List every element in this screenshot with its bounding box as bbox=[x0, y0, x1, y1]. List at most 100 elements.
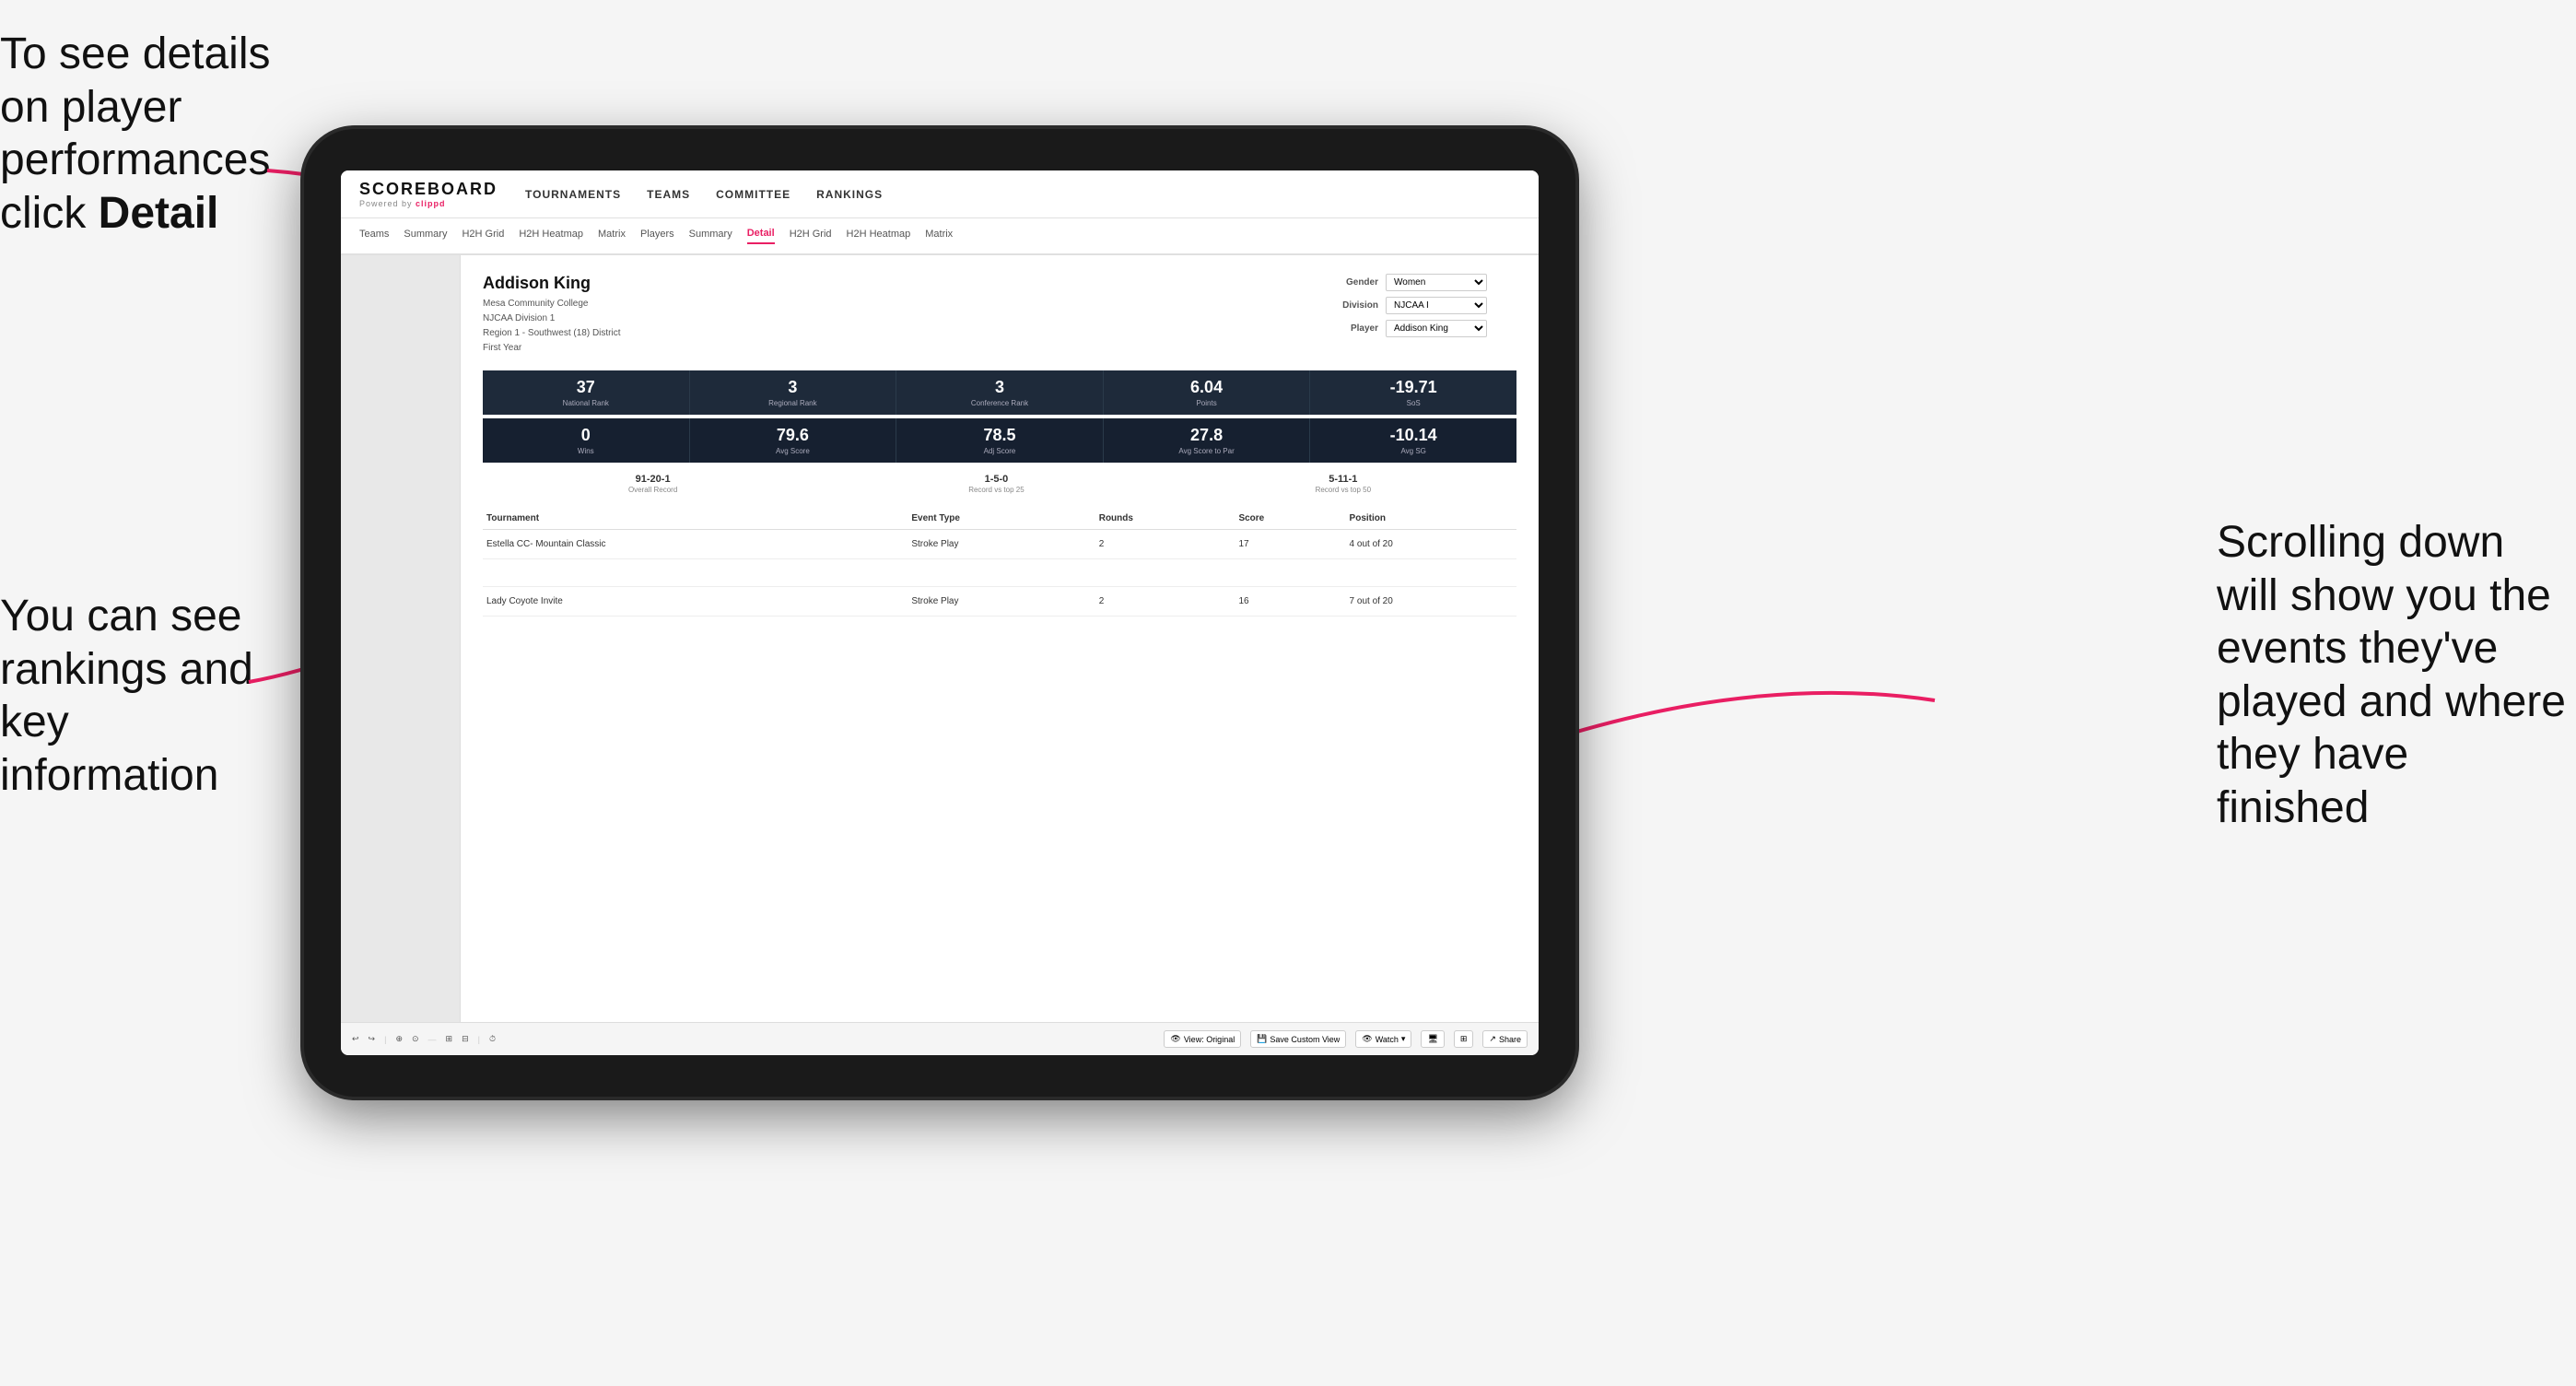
toolbar-redo-icon[interactable]: ↪ bbox=[369, 1034, 376, 1044]
td-score-1: 17 bbox=[1235, 530, 1345, 559]
tablet-frame: SCOREBOARD Powered by clippd TOURNAMENTS… bbox=[304, 129, 1575, 1097]
tab-detail[interactable]: Detail bbox=[747, 228, 775, 244]
annotation-right: Scrolling down will show you the events … bbox=[2217, 516, 2567, 835]
td-tournament-1: Estella CC- Mountain Classic bbox=[483, 530, 907, 559]
main-content: Addison King Mesa Community College NJCA… bbox=[461, 255, 1539, 1022]
td-event-type-3: Stroke Play bbox=[907, 587, 1095, 617]
tournament-table: Tournament Event Type Rounds Score Posit… bbox=[483, 508, 1516, 617]
toolbar-icon-5[interactable]: ⏱ bbox=[489, 1034, 496, 1044]
view-original-label: View: Original bbox=[1184, 1035, 1235, 1044]
toolbar-icon-2[interactable]: ⊙ bbox=[412, 1034, 419, 1044]
bottom-toolbar: ↩ ↪ | ⊕ ⊙ — ⊞ ⊟ | ⏱ 👁 View: Original 💾 S… bbox=[341, 1022, 1539, 1055]
share-button[interactable]: ↗ Share bbox=[1482, 1030, 1528, 1048]
grid-icon-button[interactable]: ⊞ bbox=[1454, 1030, 1474, 1048]
main-nav: TOURNAMENTS TEAMS COMMITTEE RANKINGS bbox=[525, 188, 883, 201]
stat-adj-score: 78.5 Adj Score bbox=[896, 418, 1104, 463]
td-position-1: 4 out of 20 bbox=[1346, 530, 1516, 559]
td-score-3: 16 bbox=[1235, 587, 1345, 617]
tab-h2h-heatmap[interactable]: H2H Heatmap bbox=[519, 229, 583, 243]
td-tournament-2 bbox=[483, 559, 907, 587]
filter-player-label: Player bbox=[1332, 323, 1378, 334]
player-filters: Gender Women Division NJCAA I bbox=[1332, 274, 1516, 356]
th-score: Score bbox=[1235, 508, 1345, 530]
stat-avg-score: 79.6 Avg Score bbox=[690, 418, 897, 463]
stat-points: 6.04 Points bbox=[1104, 370, 1311, 415]
th-position: Position bbox=[1346, 508, 1516, 530]
player-college: Mesa Community College bbox=[483, 297, 621, 311]
view-original-button[interactable]: 👁 View: Original bbox=[1164, 1030, 1241, 1048]
top-nav: SCOREBOARD Powered by clippd TOURNAMENTS… bbox=[341, 170, 1539, 218]
content-area: Addison King Mesa Community College NJCA… bbox=[341, 255, 1539, 1022]
toolbar-icon-3[interactable]: ⊞ bbox=[446, 1034, 453, 1044]
td-event-type-1: Stroke Play bbox=[907, 530, 1095, 559]
nav-rankings[interactable]: RANKINGS bbox=[816, 188, 883, 201]
tablet-screen: SCOREBOARD Powered by clippd TOURNAMENTS… bbox=[341, 170, 1539, 1055]
watch-chevron-icon: ▾ bbox=[1401, 1034, 1406, 1044]
tab-summary2[interactable]: Summary bbox=[689, 229, 732, 243]
player-header: Addison King Mesa Community College NJCA… bbox=[483, 274, 1516, 356]
th-event-type: Event Type bbox=[907, 508, 1095, 530]
stats-row2: 0 Wins 79.6 Avg Score 78.5 Adj Score 27.… bbox=[483, 418, 1516, 463]
tab-h2h-heatmap2[interactable]: H2H Heatmap bbox=[847, 229, 911, 243]
th-tournament: Tournament bbox=[483, 508, 907, 530]
tab-summary[interactable]: Summary bbox=[404, 229, 447, 243]
monitor-icon-button[interactable]: 🖥 bbox=[1421, 1030, 1444, 1048]
filter-gender: Gender Women bbox=[1332, 274, 1516, 291]
stat-wins: 0 Wins bbox=[483, 418, 690, 463]
sub-nav: Teams Summary H2H Grid H2H Heatmap Matri… bbox=[341, 218, 1539, 255]
player-info: Addison King Mesa Community College NJCA… bbox=[483, 274, 621, 356]
stat-national-rank: 37 National Rank bbox=[483, 370, 690, 415]
player-region: Region 1 - Southwest (18) District bbox=[483, 326, 621, 341]
tab-matrix[interactable]: Matrix bbox=[598, 229, 626, 243]
tab-h2h-grid[interactable]: H2H Grid bbox=[462, 229, 504, 243]
filter-division-select[interactable]: NJCAA I bbox=[1386, 297, 1487, 314]
save-custom-label: Save Custom View bbox=[1270, 1035, 1340, 1044]
record-top50: 5-11-1 Record vs top 50 bbox=[1316, 474, 1371, 495]
table-row bbox=[483, 559, 1516, 587]
annotation-detail-bold: Detail bbox=[99, 189, 219, 238]
tab-matrix2[interactable]: Matrix bbox=[925, 229, 953, 243]
toolbar-icon-4[interactable]: ⊟ bbox=[462, 1034, 469, 1044]
stat-avg-score-par: 27.8 Avg Score to Par bbox=[1104, 418, 1311, 463]
sidebar-left bbox=[341, 255, 461, 1022]
records-row: 91-20-1 Overall Record 1-5-0 Record vs t… bbox=[483, 474, 1516, 495]
td-position-2 bbox=[1346, 559, 1516, 587]
td-position-3: 7 out of 20 bbox=[1346, 587, 1516, 617]
toolbar-icon-1[interactable]: ⊕ bbox=[395, 1034, 403, 1044]
stat-conference-rank: 3 Conference Rank bbox=[896, 370, 1104, 415]
table-row: Lady Coyote Invite Stroke Play 2 16 7 ou… bbox=[483, 587, 1516, 617]
table-header-row: Tournament Event Type Rounds Score Posit… bbox=[483, 508, 1516, 530]
table-row: Estella CC- Mountain Classic Stroke Play… bbox=[483, 530, 1516, 559]
share-label: Share bbox=[1499, 1035, 1521, 1044]
th-rounds: Rounds bbox=[1095, 508, 1235, 530]
watch-button[interactable]: 👁 Watch ▾ bbox=[1355, 1030, 1411, 1048]
filter-gender-select[interactable]: Women bbox=[1386, 274, 1487, 291]
save-custom-button[interactable]: 💾 Save Custom View bbox=[1250, 1030, 1346, 1048]
nav-committee[interactable]: COMMITTEE bbox=[716, 188, 790, 201]
stat-regional-rank: 3 Regional Rank bbox=[690, 370, 897, 415]
stat-avg-sg: -10.14 Avg SG bbox=[1310, 418, 1516, 463]
filter-division-label: Division bbox=[1332, 300, 1378, 311]
tab-players[interactable]: Players bbox=[640, 229, 674, 243]
nav-tournaments[interactable]: TOURNAMENTS bbox=[525, 188, 621, 201]
filter-division: Division NJCAA I bbox=[1332, 297, 1516, 314]
toolbar-undo-icon[interactable]: ↩ bbox=[352, 1034, 359, 1044]
td-rounds-3: 2 bbox=[1095, 587, 1235, 617]
watch-icon: 👁 bbox=[1362, 1034, 1372, 1044]
td-rounds-2 bbox=[1095, 559, 1235, 587]
save-icon: 💾 bbox=[1257, 1034, 1267, 1044]
annotation-bottom-left: You can see rankings and key information bbox=[0, 590, 295, 802]
player-name: Addison King bbox=[483, 274, 621, 293]
player-year: First Year bbox=[483, 341, 621, 356]
annotation-left: To see details on player performances cl… bbox=[0, 28, 313, 240]
nav-teams[interactable]: TEAMS bbox=[647, 188, 690, 201]
tab-teams[interactable]: Teams bbox=[359, 229, 389, 243]
filter-player-select[interactable]: Addison King bbox=[1386, 320, 1487, 337]
record-top25: 1-5-0 Record vs top 25 bbox=[968, 474, 1024, 495]
filter-gender-label: Gender bbox=[1332, 277, 1378, 288]
logo-scoreboard: SCOREBOARD bbox=[359, 180, 498, 199]
player-division: NJCAA Division 1 bbox=[483, 311, 621, 326]
td-tournament-3: Lady Coyote Invite bbox=[483, 587, 907, 617]
tab-h2h-grid2[interactable]: H2H Grid bbox=[790, 229, 832, 243]
logo-powered: Powered by clippd bbox=[359, 199, 498, 208]
